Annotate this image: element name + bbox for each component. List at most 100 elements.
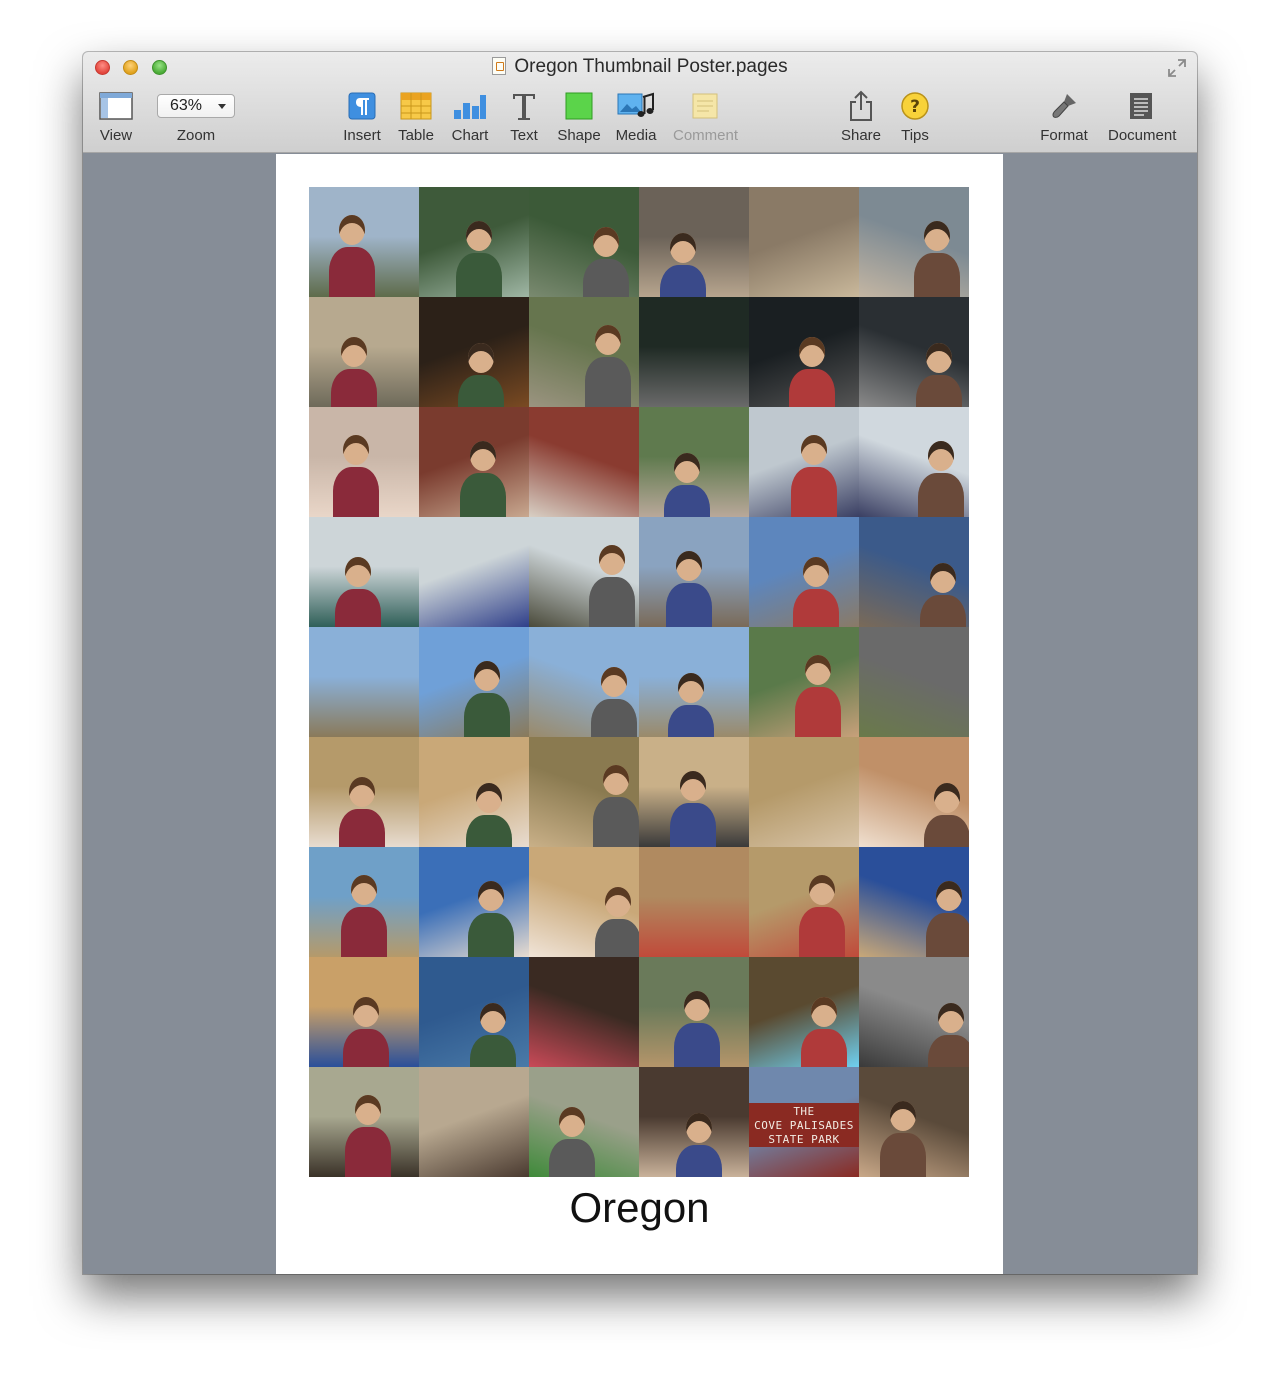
photo-thumbnail[interactable]: [639, 847, 749, 957]
photo-thumbnail[interactable]: [749, 297, 859, 407]
photo-thumbnail[interactable]: [309, 297, 419, 407]
photo-thumbnail[interactable]: [419, 297, 529, 407]
person-figure-head: [811, 997, 837, 1027]
view-button[interactable]: View: [84, 88, 148, 144]
document-page[interactable]: THE COVE PALISADES STATE PARK Oregon: [276, 154, 1003, 1274]
photo-thumbnail[interactable]: [419, 737, 529, 847]
person-figure-head: [478, 881, 504, 911]
photo-thumbnail[interactable]: [749, 847, 859, 957]
photo-thumbnail[interactable]: [529, 1067, 639, 1177]
photo-thumbnail[interactable]: [419, 517, 529, 627]
photo-thumbnail[interactable]: [309, 847, 419, 957]
photo-thumbnail[interactable]: [749, 407, 859, 517]
photo-thumbnail[interactable]: [419, 407, 529, 517]
photo-thumbnail[interactable]: [749, 187, 859, 297]
photo-thumbnail[interactable]: [639, 517, 749, 627]
photo-thumbnail[interactable]: [309, 737, 419, 847]
photo-thumbnail[interactable]: [419, 1067, 529, 1177]
person-figure-head: [801, 435, 827, 465]
person-figure-body: [331, 369, 377, 407]
photo-thumbnail[interactable]: [529, 847, 639, 957]
photo-thumbnail[interactable]: [529, 407, 639, 517]
chevron-down-icon: [218, 104, 226, 109]
tips-button[interactable]: ? Tips: [883, 88, 947, 144]
person-figure-body: [343, 1029, 389, 1067]
photo-thumbnail[interactable]: THE COVE PALISADES STATE PARK: [749, 1067, 859, 1177]
photo-thumbnail[interactable]: [529, 187, 639, 297]
zoom-select[interactable]: 63%: [157, 94, 235, 118]
person-figure-head: [605, 887, 631, 917]
photo-thumbnail[interactable]: [419, 957, 529, 1067]
document-button[interactable]: Document: [1108, 88, 1176, 144]
photo-thumbnail[interactable]: [859, 407, 969, 517]
photo-thumbnail[interactable]: [639, 1067, 749, 1177]
person-figure-body: [666, 583, 712, 627]
person-figure-head: [351, 875, 377, 905]
photo-thumbnail[interactable]: [859, 737, 969, 847]
fullscreen-icon[interactable]: [1167, 58, 1187, 78]
photo-thumbnail[interactable]: [639, 957, 749, 1067]
photo-thumbnail[interactable]: [419, 627, 529, 737]
photo-thumbnail[interactable]: [859, 847, 969, 957]
pages-document-icon: [492, 57, 507, 75]
format-label: Format: [1040, 127, 1088, 144]
photo-thumbnail[interactable]: [419, 187, 529, 297]
person-figure-body: [880, 1133, 926, 1177]
media-button[interactable]: Media: [604, 88, 668, 144]
photo-thumbnail[interactable]: [309, 517, 419, 627]
photo-thumbnail[interactable]: [309, 407, 419, 517]
person-figure-head: [674, 453, 700, 483]
person-figure-body: [589, 577, 635, 627]
photo-thumbnail[interactable]: [309, 1067, 419, 1177]
person-figure-body: [591, 699, 637, 737]
person-figure-head: [480, 1003, 506, 1033]
photo-thumbnail[interactable]: [639, 737, 749, 847]
photo-thumbnail[interactable]: [309, 957, 419, 1067]
photo-thumbnail[interactable]: [309, 627, 419, 737]
person-figure-head: [345, 557, 371, 587]
view-label: View: [99, 127, 133, 144]
photo-thumbnail[interactable]: [859, 957, 969, 1067]
pages-window: Oregon Thumbnail Poster.pages View 63% Z…: [83, 52, 1197, 1274]
photo-thumbnail[interactable]: [529, 627, 639, 737]
paintbrush-icon: [1032, 88, 1096, 124]
person-figure-head: [343, 435, 369, 465]
person-figure-body: [914, 253, 960, 297]
photo-thumbnail[interactable]: [639, 187, 749, 297]
person-figure-body: [335, 589, 381, 627]
photo-thumbnail[interactable]: [859, 517, 969, 627]
photo-thumbnail[interactable]: [749, 627, 859, 737]
shape-button[interactable]: Shape: [547, 88, 611, 144]
person-figure-body: [676, 1145, 722, 1177]
photo-thumbnail[interactable]: [859, 297, 969, 407]
format-button[interactable]: Format: [1032, 88, 1096, 144]
person-figure-head: [926, 343, 952, 373]
person-figure-head: [686, 1113, 712, 1143]
photo-thumbnail[interactable]: [859, 187, 969, 297]
photo-thumbnail[interactable]: [529, 517, 639, 627]
person-figure-body: [333, 467, 379, 517]
photo-thumbnail[interactable]: [309, 187, 419, 297]
person-figure-body: [464, 693, 510, 737]
photo-thumbnail[interactable]: [859, 1067, 969, 1177]
photo-thumbnail[interactable]: [749, 517, 859, 627]
photo-thumbnail[interactable]: [639, 297, 749, 407]
photo-thumbnail[interactable]: [749, 957, 859, 1067]
person-figure-head: [339, 215, 365, 245]
poster-caption[interactable]: Oregon: [276, 1184, 1003, 1232]
photo-thumbnail[interactable]: [859, 627, 969, 737]
person-figure-body: [339, 809, 385, 847]
photo-thumbnail[interactable]: [749, 737, 859, 847]
photo-thumbnail[interactable]: [639, 627, 749, 737]
person-figure-body: [468, 913, 514, 957]
photo-thumbnail[interactable]: [639, 407, 749, 517]
comment-button[interactable]: Comment: [673, 88, 738, 144]
person-figure-head: [603, 765, 629, 795]
media-label: Media: [615, 127, 657, 144]
document-canvas[interactable]: THE COVE PALISADES STATE PARK Oregon: [83, 153, 1197, 1274]
photo-thumbnail[interactable]: [529, 957, 639, 1067]
photo-thumbnail[interactable]: [419, 847, 529, 957]
photo-thumbnail[interactable]: [529, 297, 639, 407]
photo-thumbnail[interactable]: [529, 737, 639, 847]
photo-grid: THE COVE PALISADES STATE PARK: [309, 187, 969, 1177]
